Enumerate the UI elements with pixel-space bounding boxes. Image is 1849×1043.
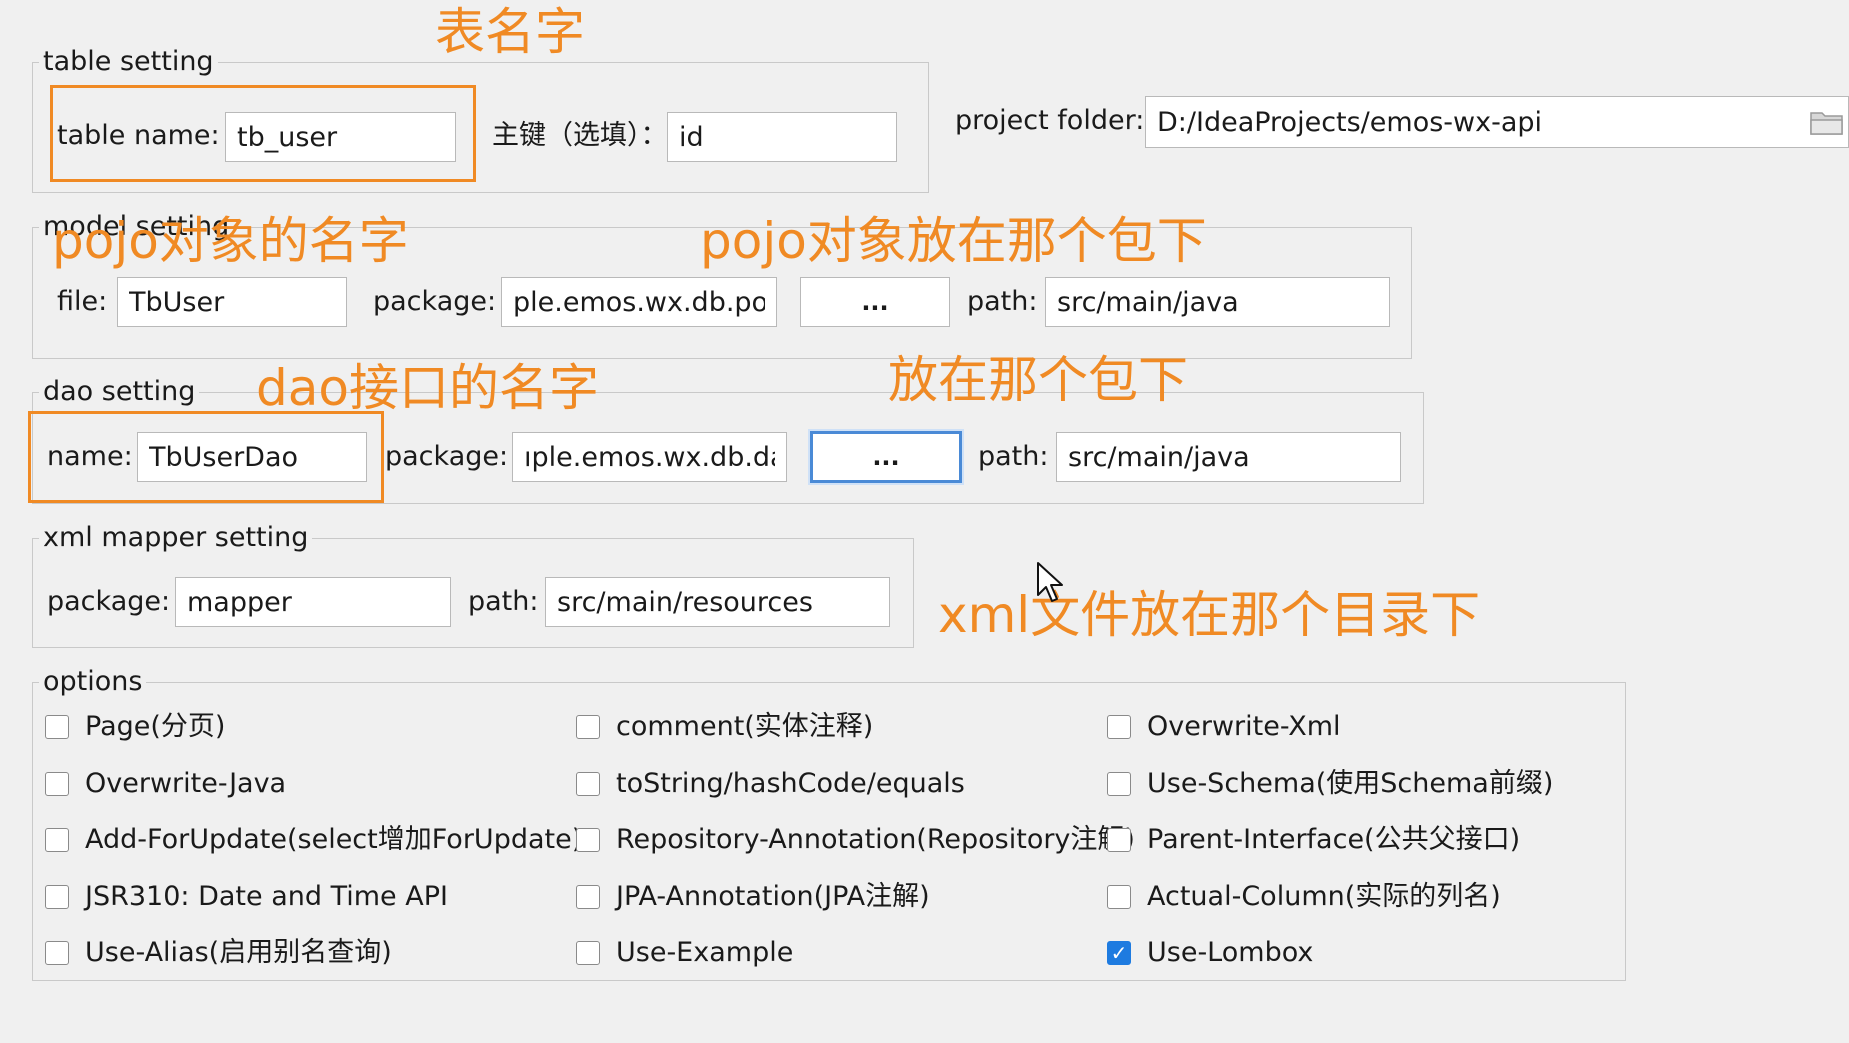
model-setting-legend: model setting (39, 210, 234, 244)
option-label: Page(分页) (85, 711, 226, 742)
xml-path-label: path: (468, 586, 539, 617)
option-comment[interactable]: comment(实体注释) (576, 709, 873, 745)
option-label: Use-Schema(使用Schema前缀) (1147, 768, 1554, 799)
option-label: Actual-Column(实际的列名) (1147, 881, 1501, 912)
model-package-label: package: (373, 286, 497, 317)
option-label: Use-Example (616, 937, 794, 968)
option-jsr310[interactable]: JSR310: Date and Time API (45, 879, 448, 915)
table-name-input[interactable] (225, 112, 456, 162)
option-use-schema[interactable]: Use-Schema(使用Schema前缀) (1107, 766, 1553, 802)
option-label: Parent-Interface(公共父接口) (1147, 824, 1521, 855)
xml-path-input[interactable] (545, 577, 890, 627)
option-use-lombox[interactable]: ✓ Use-Lombox (1107, 935, 1313, 971)
model-package-browse-button[interactable]: ... (800, 277, 950, 327)
xml-mapper-setting-legend: xml mapper setting (39, 521, 313, 555)
option-overwrite-java[interactable]: Overwrite-Java (45, 766, 286, 802)
project-folder-input[interactable] (1145, 96, 1849, 148)
primary-key-label: 主键（选填）： (492, 120, 668, 151)
option-use-alias[interactable]: Use-Alias(启用别名查询) (45, 935, 392, 971)
dao-path-input[interactable] (1056, 432, 1401, 482)
option-overwrite-xml[interactable]: Overwrite-Xml (1107, 709, 1341, 745)
xml-package-label: package: (47, 586, 171, 617)
model-file-label: file: (57, 286, 108, 317)
dao-package-input[interactable] (512, 432, 787, 482)
option-label: Overwrite-Xml (1147, 711, 1341, 742)
option-label: Repository-Annotation(Repository注解) (616, 824, 1135, 855)
table-name-label: table name: (57, 120, 220, 151)
table-name-annotation: 表名字 (435, 3, 585, 61)
options-legend: options (39, 665, 147, 699)
model-file-input[interactable] (117, 277, 347, 327)
option-label: JPA-Annotation(JPA注解) (616, 881, 930, 912)
checkbox[interactable] (576, 772, 600, 796)
dao-package-browse-button[interactable]: ... (810, 431, 962, 483)
option-actual-column[interactable]: Actual-Column(实际的列名) (1107, 879, 1501, 915)
option-label: toString/hashCode/equals (616, 768, 965, 799)
option-label: Overwrite-Java (85, 768, 287, 799)
checkbox[interactable] (1107, 772, 1131, 796)
mouse-cursor-icon (1036, 561, 1066, 609)
checkbox[interactable] (576, 885, 600, 909)
folder-icon[interactable] (1810, 108, 1844, 140)
checkbox[interactable] (576, 715, 600, 739)
option-label: comment(实体注释) (616, 711, 874, 742)
checkbox[interactable] (45, 885, 69, 909)
model-package-input[interactable] (501, 277, 777, 327)
checkbox[interactable]: ✓ (1107, 941, 1131, 965)
option-jpa-annotation[interactable]: JPA-Annotation(JPA注解) (576, 879, 930, 915)
option-add-forupdate[interactable]: Add-ForUpdate(select增加ForUpdate) (45, 822, 582, 858)
option-repository-annotation[interactable]: Repository-Annotation(Repository注解) (576, 822, 1135, 858)
checkbox[interactable] (1107, 885, 1131, 909)
table-setting-legend: table setting (39, 45, 218, 79)
dao-setting-legend: dao setting (39, 375, 200, 409)
checkbox[interactable] (1107, 715, 1131, 739)
option-label: Use-Lombox (1147, 937, 1314, 968)
model-path-label: path: (967, 286, 1038, 317)
option-label: JSR310: Date and Time API (85, 881, 448, 912)
checkbox[interactable] (45, 772, 69, 796)
dao-path-label: path: (978, 441, 1049, 472)
checkbox[interactable] (576, 941, 600, 965)
dao-name-label: name: (47, 441, 133, 472)
checkbox[interactable] (45, 941, 69, 965)
checkbox[interactable] (45, 828, 69, 852)
xml-package-input[interactable] (175, 577, 451, 627)
primary-key-input[interactable] (667, 112, 897, 162)
option-parent-interface[interactable]: Parent-Interface(公共父接口) (1107, 822, 1520, 858)
dao-package-label: package: (385, 441, 509, 472)
option-tostring-hashcode-equals[interactable]: toString/hashCode/equals (576, 766, 965, 802)
option-label: Add-ForUpdate(select增加ForUpdate) (85, 824, 583, 855)
checkbox[interactable] (45, 715, 69, 739)
model-path-input[interactable] (1045, 277, 1390, 327)
option-label: Use-Alias(启用别名查询) (85, 937, 392, 968)
dao-name-input[interactable] (137, 432, 367, 482)
option-use-example[interactable]: Use-Example (576, 935, 793, 971)
checkbox[interactable] (576, 828, 600, 852)
option-page[interactable]: Page(分页) (45, 709, 225, 745)
checkbox[interactable] (1107, 828, 1131, 852)
xml-directory-annotation: xml文件放在那个目录下 (938, 586, 1481, 644)
project-folder-label: project folder: (955, 105, 1145, 136)
